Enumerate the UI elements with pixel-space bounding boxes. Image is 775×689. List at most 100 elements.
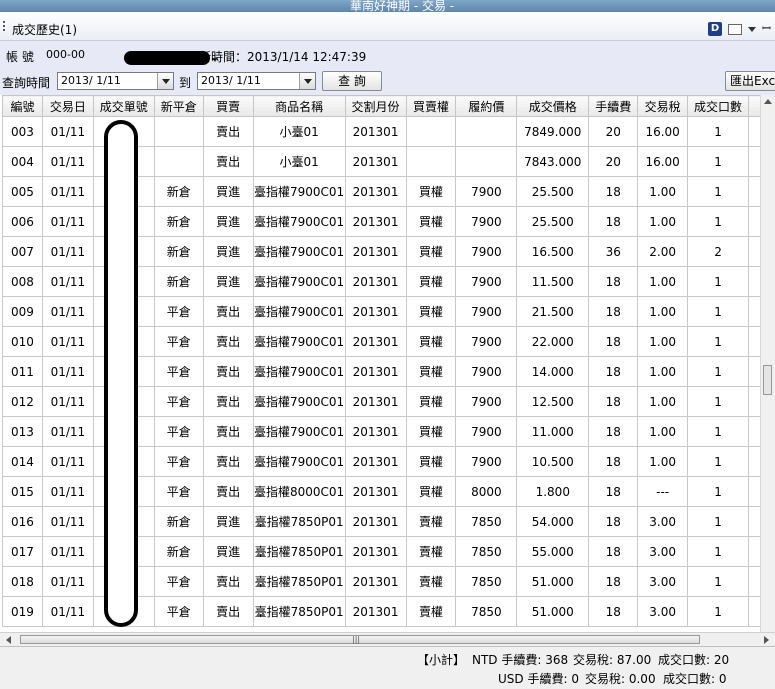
table-cell: 14.000 (516, 356, 590, 387)
table-cell: 臺指權7900C01 (252, 206, 346, 237)
column-header[interactable]: 成交單號 (92, 95, 155, 117)
table-cell: 01/11 (41, 296, 94, 327)
table-header-row: 編號 交易日 成交單號 新平倉 買賣 商品名稱 交割月份 買賣權 履約價 成交價格 手續費 交易稅 成交… (2, 95, 775, 117)
table-cell: 7843.000 (516, 146, 590, 177)
subtotal-label: 【小計】 (417, 653, 466, 667)
date-to-select[interactable]: 2013/ 1/11 (197, 72, 316, 90)
table-cell: 7900 (455, 416, 518, 447)
table-cell: 買權 (405, 416, 457, 447)
table-cell: 201301 (344, 296, 407, 327)
table-cell: 買權 (405, 446, 457, 477)
table-cell: 019 (2, 596, 43, 627)
table-cell: 7900 (455, 326, 518, 357)
table-cell: 55.000 (516, 536, 590, 567)
table-cell: 201301 (344, 506, 407, 537)
table-cell: 小臺01 (252, 116, 346, 147)
scroll-up-icon[interactable] (764, 99, 772, 104)
table-cell: 1.00 (637, 446, 689, 477)
window-title: 華南好神期 - 交易 - (350, 0, 455, 12)
table-cell: 1 (687, 326, 750, 357)
table-cell: 新倉 (153, 266, 204, 297)
column-header[interactable]: 新平倉 (153, 95, 204, 117)
table-cell: 201301 (344, 206, 407, 237)
column-header[interactable]: 手續費 (588, 95, 639, 117)
scroll-left-icon[interactable] (6, 636, 11, 644)
table-cell: 1 (687, 446, 750, 477)
column-header[interactable]: 編號 (2, 95, 43, 117)
scroll-right-icon[interactable] (764, 636, 769, 644)
table-cell: 臺指權7900C01 (252, 326, 346, 357)
table-cell: 01/11 (41, 356, 94, 387)
table-cell: 015 (2, 476, 43, 507)
column-header[interactable]: 成交價格 (516, 95, 590, 117)
table-cell: 臺指權7850P01 (252, 596, 346, 627)
date-from-arrow-icon[interactable] (157, 73, 173, 89)
column-header[interactable]: 成交口數 (687, 95, 750, 117)
table-cell: 7850 (455, 566, 518, 597)
column-header[interactable]: 買賣權 (405, 95, 457, 117)
table-cell: 賣出 (202, 356, 254, 387)
to-label: 到 (179, 76, 192, 90)
table-cell: 7849.000 (516, 116, 590, 147)
table-cell: 賣出 (202, 476, 254, 507)
table-cell: 18 (588, 536, 639, 567)
drag-grip-icon[interactable] (3, 21, 5, 33)
ntd-qty: 成交口數: 20 (658, 653, 730, 667)
date-to-arrow-icon[interactable] (299, 73, 315, 89)
column-header[interactable]: 買賣 (202, 95, 254, 117)
table-cell: 01/11 (41, 176, 94, 207)
table-cell: 賣出 (202, 296, 254, 327)
window-icon[interactable] (728, 23, 743, 35)
table-cell: 01/11 (41, 446, 94, 477)
table-cell: 平倉 (153, 416, 204, 447)
table-cell: 010 (2, 326, 43, 357)
table-cell: 1 (687, 386, 750, 417)
table-cell: 買權 (405, 476, 457, 507)
table-cell: 005 (2, 176, 43, 207)
dropdown-arrow-icon[interactable] (748, 26, 757, 32)
table-cell: 1.00 (637, 416, 689, 447)
table-cell: 平倉 (153, 356, 204, 387)
account-select[interactable]: 000-00 (46, 48, 218, 66)
column-header[interactable]: 商品名稱 (252, 95, 346, 117)
table-cell: 201301 (344, 566, 407, 597)
date-from-select[interactable]: 2013/ 1/11 (57, 72, 174, 90)
table-cell: 18 (588, 446, 639, 477)
table-cell: 36 (588, 236, 639, 267)
ntd-fee: NTD 手續費: 368 (472, 653, 569, 667)
d-logo-icon[interactable]: D (708, 22, 723, 36)
table-cell: 7850 (455, 506, 518, 537)
table-cell: 8000 (455, 476, 518, 507)
table-cell: 01/11 (41, 326, 94, 357)
table-cell: 201301 (344, 476, 407, 507)
table-cell: 01/11 (41, 506, 94, 537)
table-cell: 3.00 (637, 536, 689, 567)
table-cell: 01/11 (41, 476, 94, 507)
table-cell: 016 (2, 506, 43, 537)
pin-icon[interactable]: ꟷ (762, 22, 771, 36)
horizontal-scrollbar[interactable]: ||| (0, 632, 775, 647)
table-cell: 201301 (344, 596, 407, 627)
table-cell: 臺指權7900C01 (252, 296, 346, 327)
column-header[interactable]: 交易日 (41, 95, 94, 117)
table-cell: 臺指權7900C01 (252, 446, 346, 477)
table-cell: 01/11 (41, 146, 94, 177)
export-excel-button[interactable]: 匯出Excel (725, 71, 775, 91)
table-cell: 臺指權7850P01 (252, 506, 346, 537)
table-cell (405, 116, 457, 147)
vertical-scrollbar[interactable] (760, 95, 775, 632)
query-button[interactable]: 查 詢 (322, 71, 382, 91)
table-cell: 平倉 (153, 566, 204, 597)
column-header[interactable]: 履約價 (455, 95, 518, 117)
table-cell: 16.00 (637, 116, 689, 147)
column-header[interactable]: 交易稅 (637, 95, 689, 117)
table-cell: 201301 (344, 236, 407, 267)
table-cell: 臺指權7900C01 (252, 386, 346, 417)
vertical-scroll-thumb[interactable] (763, 365, 772, 395)
table-cell: 7900 (455, 386, 518, 417)
column-header[interactable]: 交割月份 (344, 95, 407, 117)
table-cell: 賣出 (202, 146, 254, 177)
table-cell: 1.00 (637, 206, 689, 237)
table-cell: 買權 (405, 356, 457, 387)
table-cell: 11.000 (516, 416, 590, 447)
